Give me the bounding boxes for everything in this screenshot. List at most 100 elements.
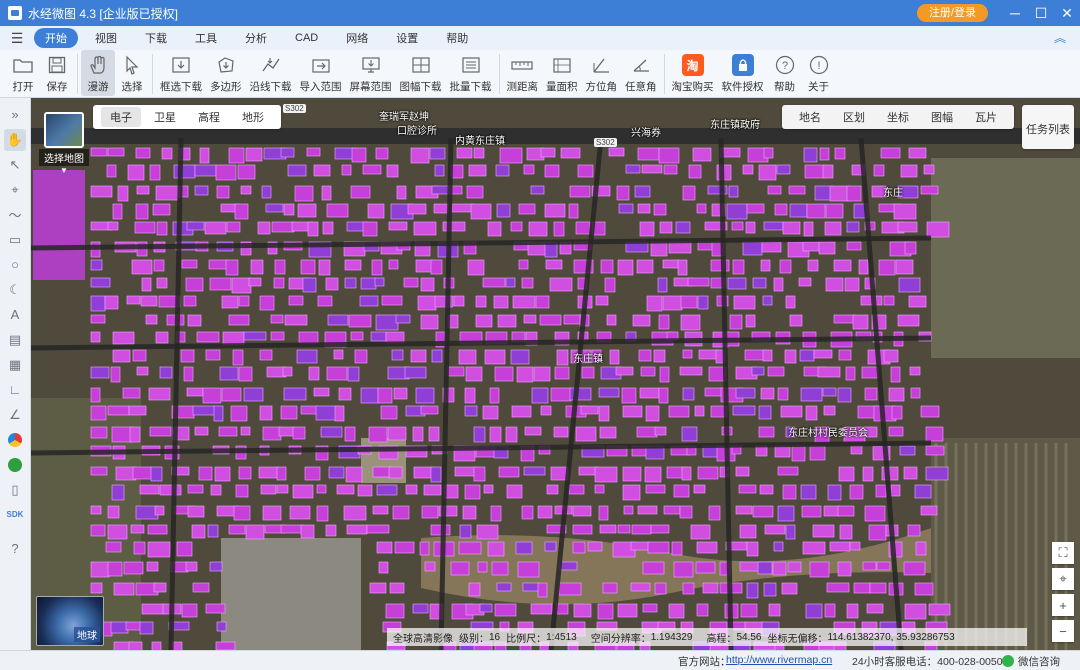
overlay-layer-tabs: 地名 区划 坐标 图幅 瓦片	[782, 105, 1014, 129]
batch-download-label: 批量下载	[449, 81, 492, 93]
tab-satellite[interactable]: 卫星	[145, 107, 185, 127]
bearing-button[interactable]: 方位角	[582, 50, 622, 96]
sheet-download-button[interactable]: 图幅下载	[396, 50, 446, 96]
chain-icon[interactable]	[4, 454, 26, 476]
screen-range-button[interactable]: 屏幕范围	[346, 50, 396, 96]
phone-icon[interactable]: ▯	[4, 479, 26, 501]
import-range-label: 导入范围	[299, 81, 342, 93]
tab-electronic[interactable]: 电子	[101, 107, 141, 127]
import-range-button[interactable]: 导入范围	[296, 50, 346, 96]
polygon-download-button[interactable]: 多边形	[206, 50, 246, 96]
menu-start[interactable]: 开始	[34, 28, 78, 48]
rectangle-icon[interactable]: ▭	[4, 229, 26, 251]
circle-icon[interactable]: ○	[4, 254, 26, 276]
save-button[interactable]: 保存	[40, 50, 74, 96]
fullscreen-icon[interactable]: ⛶	[1052, 542, 1074, 564]
hand-icon	[87, 54, 109, 76]
globe-button[interactable]: 地球	[36, 596, 104, 646]
menu-tools[interactable]: 工具	[184, 28, 228, 48]
menu-settings[interactable]: 设置	[385, 28, 429, 48]
save-label: 保存	[46, 81, 68, 93]
tab-coordinates[interactable]: 坐标	[876, 107, 920, 127]
website-link[interactable]: http://www.rivermap.cn	[726, 654, 832, 666]
globe-label: 地球	[74, 627, 100, 642]
tab-districts[interactable]: 区划	[832, 107, 876, 127]
minimize-icon[interactable]: ─	[1002, 0, 1028, 26]
ruler-icon[interactable]: ▤	[4, 329, 26, 351]
pin-icon[interactable]: ⌖	[4, 179, 26, 201]
text-icon[interactable]: A	[4, 304, 26, 326]
pointer-icon	[121, 54, 143, 76]
select-button[interactable]: 选择	[115, 50, 149, 96]
tab-tiles[interactable]: 瓦片	[964, 107, 1008, 127]
scale-label: 比例尺：	[506, 633, 547, 645]
login-button[interactable]: 注册/登录	[916, 4, 988, 22]
collapse-ribbon-icon[interactable]: ︽	[1054, 29, 1066, 46]
toolbar-divider	[498, 54, 500, 94]
app-logo-icon	[8, 6, 22, 20]
level-label: 级别：	[459, 633, 489, 645]
pointer-icon[interactable]: ↖	[4, 154, 26, 176]
task-list-button[interactable]: 任务列表	[1022, 105, 1074, 149]
license-icon	[731, 54, 754, 76]
open-button[interactable]: 打开	[6, 50, 40, 96]
sdk-icon[interactable]: SDK	[4, 504, 26, 526]
menu-cad[interactable]: CAD	[284, 30, 329, 46]
hand-icon[interactable]: ✋	[4, 128, 26, 151]
angle-button[interactable]: 任意角	[621, 50, 661, 96]
expand-icon[interactable]: »	[4, 104, 26, 126]
tab-map-sheets[interactable]: 图幅	[920, 107, 964, 127]
zoom-in-icon[interactable]: +	[1052, 594, 1074, 616]
tab-terrain[interactable]: 地形	[233, 107, 273, 127]
help-icon[interactable]: ?	[4, 537, 26, 559]
menu-help[interactable]: 帮助	[435, 28, 479, 48]
menu-bar: ☰ 开始 视图 下载 工具 分析 CAD 网络 设置 帮助 ︽	[0, 26, 1080, 50]
ribbon-toolbar: 打开 保存 漫游 选择 框选下载 多边形 沿线下载 导入范围 屏幕范围 图幅下载…	[0, 50, 1080, 98]
close-icon[interactable]: ✕	[1054, 0, 1080, 26]
hamburger-menu-icon[interactable]: ☰	[0, 30, 34, 47]
wechat-icon	[1002, 655, 1014, 667]
window-title: 水经微图 4.3 [企业版已授权]	[28, 6, 179, 21]
menu-download[interactable]: 下载	[134, 28, 178, 48]
menu-view[interactable]: 视图	[84, 28, 128, 48]
measure-area-button[interactable]: 量面积	[542, 50, 582, 96]
line-download-button[interactable]: 沿线下载	[246, 50, 296, 96]
place-label: 内黄东庄镇	[455, 136, 505, 147]
map-layer-switcher[interactable]: 选择地图 ▼	[39, 112, 89, 175]
area-icon[interactable]: ▦	[4, 354, 26, 376]
menu-analysis[interactable]: 分析	[234, 28, 278, 48]
place-label: 奎瑞军赵坤	[379, 112, 429, 123]
maximize-icon[interactable]: ☐	[1028, 0, 1054, 26]
pan-button[interactable]: 漫游	[81, 50, 115, 96]
bearing-icon[interactable]: ∟	[4, 379, 26, 401]
place-label: 东庄镇政府	[710, 120, 760, 131]
place-label: 东庄村村民委员会	[788, 428, 868, 439]
taobao-buy-label: 淘宝购买	[671, 81, 714, 93]
box-download-button[interactable]: 框选下载	[156, 50, 206, 96]
tab-place-names[interactable]: 地名	[788, 107, 832, 127]
angle-icon[interactable]: ∠	[4, 404, 26, 426]
toolbar-divider	[663, 54, 665, 94]
measure-distance-button[interactable]: 测距离	[503, 50, 543, 96]
svg-text:!: !	[817, 60, 820, 72]
coordinate-status-bar: 全球高清影像 级别： 16 比例尺： 1:4513 空间分辨率： 1.19432…	[387, 628, 1027, 646]
tab-elevation[interactable]: 高程	[189, 107, 229, 127]
road-shield: S302	[283, 104, 306, 113]
crescent-icon[interactable]: ☾	[4, 279, 26, 301]
batch-download-button[interactable]: 批量下载	[446, 50, 496, 96]
polyline-icon[interactable]: 〜	[4, 204, 26, 226]
layer-color-icon[interactable]	[4, 429, 26, 451]
zoom-out-icon[interactable]: −	[1052, 620, 1074, 642]
menu-network[interactable]: 网络	[335, 28, 379, 48]
place-label: 兴海券	[631, 128, 661, 139]
about-button[interactable]: ! 关于	[802, 50, 836, 96]
license-button[interactable]: 软件授权	[718, 50, 768, 96]
map-canvas[interactable]: 奎瑞军赵坤 口腔诊所 内黄东庄镇 东庄镇政府 东庄 东庄镇 东庄村村民委员会 兴…	[31, 98, 1080, 650]
taobao-buy-button[interactable]: 淘 淘宝购买	[668, 50, 718, 96]
polygon-download-icon	[215, 54, 237, 76]
wechat-consult-button[interactable]: 微信咨询	[1018, 654, 1060, 669]
imagery-source: 全球高清影像	[393, 633, 453, 645]
help-button[interactable]: ? 帮助	[768, 50, 802, 96]
locate-icon[interactable]: ⌖	[1052, 568, 1074, 590]
pan-label: 漫游	[87, 81, 109, 93]
